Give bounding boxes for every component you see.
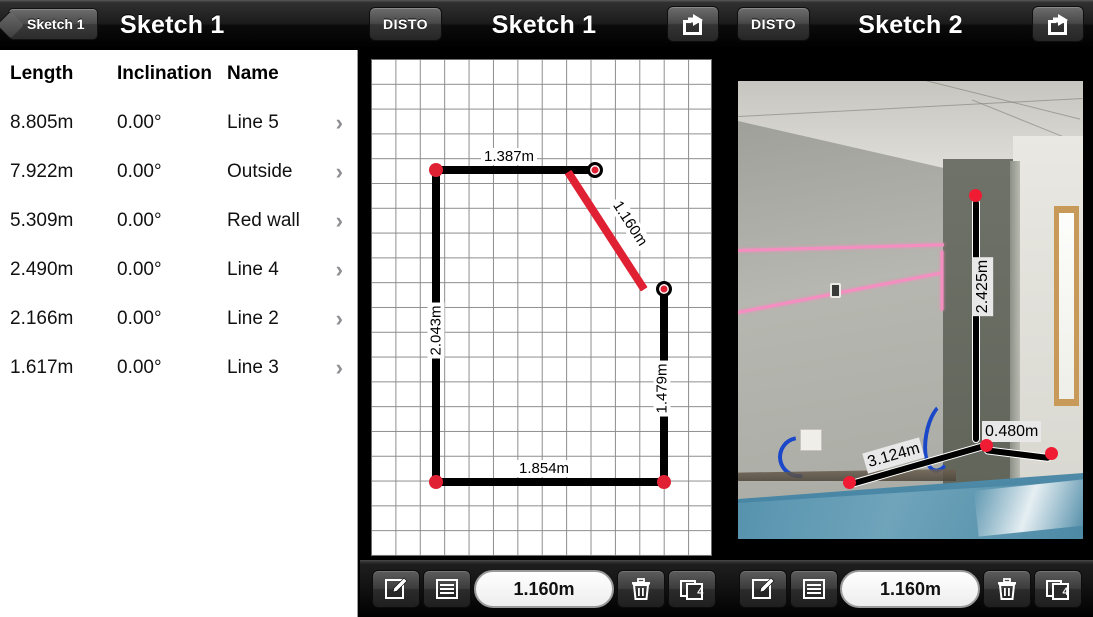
photo-segment-vertical[interactable] (972, 199, 980, 443)
trash-icon (998, 578, 1017, 600)
layers-button[interactable]: 4 (1033, 570, 1082, 608)
bottom-toolbar-panel3: 1.160m 4 (728, 560, 1093, 617)
delete-button[interactable] (983, 570, 1032, 608)
list-button[interactable] (789, 570, 838, 608)
photo-canvas[interactable]: 2.425m 0.480m 3.124m (728, 51, 1093, 560)
table-row[interactable]: 1.617m 0.00° Line 3 › (0, 343, 357, 392)
chevron-right-icon: › (335, 109, 343, 135)
measurement-value-field[interactable]: 1.160m (840, 570, 981, 608)
navbar-panel2: DISTO Sketch 1 (360, 0, 728, 50)
edit-button[interactable] (739, 570, 788, 608)
header-length: Length (10, 63, 74, 84)
cell-length: 2.490m (10, 258, 74, 280)
dimension-label-right: 1.479m (653, 360, 671, 417)
navbar-panel3: DISTO Sketch 2 (728, 0, 1093, 50)
table-row[interactable]: 2.490m 0.00° Line 4 › (0, 245, 357, 294)
photo-node-corner[interactable] (980, 439, 993, 452)
measurement-label-vertical: 2.425m (972, 256, 994, 317)
phone-panel-sketch-photo: DISTO Sketch 2 2.425m 0.480m 3.124m 1.16… (728, 0, 1093, 617)
measurement-list: Length Inclination Name 8.805m 0.00° Lin… (0, 50, 358, 617)
navbar-panel1: Sketch 1 Sketch 1 (0, 0, 360, 50)
chevron-right-icon: › (335, 158, 343, 184)
table-row[interactable]: 7.922m 0.00° Outside › (0, 147, 357, 196)
dimension-label-bottom: 1.854m (516, 460, 573, 477)
sketch-canvas[interactable]: 1.387m 1.160m 2.043m 1.479m 1.854m (360, 51, 728, 560)
room-photo: 2.425m 0.480m 3.124m (738, 81, 1083, 539)
cell-length: 5.309m (10, 209, 74, 231)
screenshot-root: Sketch 1 Sketch 1 Length Inclination Nam… (0, 0, 1093, 617)
photo-node-right[interactable] (1045, 447, 1058, 460)
cell-inclination: 0.00° (117, 307, 162, 329)
header-name: Name (227, 63, 279, 84)
table-row[interactable]: 2.166m 0.00° Line 2 › (0, 294, 357, 343)
delete-button[interactable] (617, 570, 666, 608)
trash-icon (632, 578, 651, 600)
cell-length: 2.166m (10, 307, 74, 329)
cell-length: 1.617m (10, 356, 74, 378)
chevron-right-icon: › (335, 256, 343, 282)
photo-door-glass (1059, 213, 1074, 399)
sketch-node-top-right-selected[interactable] (587, 162, 603, 178)
share-icon (683, 14, 703, 35)
list-icon (435, 579, 458, 599)
sketch-node-bottom-left[interactable] (429, 475, 443, 489)
table-row[interactable]: 5.309m 0.00° Red wall › (0, 196, 357, 245)
list-icon (802, 579, 825, 599)
table-row[interactable]: 8.805m 0.00° Line 5 › (0, 98, 357, 147)
table-header-row: Length Inclination Name (0, 50, 357, 98)
phone-panel-sketch-list: Sketch 1 Sketch 1 Length Inclination Nam… (0, 0, 360, 617)
share-button[interactable] (667, 6, 719, 42)
photo-wall-edge (1010, 161, 1020, 519)
chevron-right-icon: › (335, 207, 343, 233)
cell-inclination: 0.00° (117, 111, 162, 133)
list-button[interactable] (422, 570, 471, 608)
chevron-right-icon: › (335, 305, 343, 331)
edit-button[interactable] (371, 570, 420, 608)
dimension-label-left: 2.043m (427, 302, 445, 359)
cell-inclination: 0.00° (117, 258, 162, 280)
phone-panel-sketch-plan: DISTO Sketch 1 1.387m 1.160m 2.043m 1.47… (360, 0, 728, 617)
laser-line-right (940, 250, 944, 311)
cell-length: 7.922m (10, 160, 74, 182)
sketch-node-bottom-right[interactable] (657, 475, 671, 489)
measurement-label-short: 0.480m (982, 421, 1042, 442)
edit-pencil-icon (384, 577, 408, 599)
sketch-grid: 1.387m 1.160m 2.043m 1.479m 1.854m (371, 59, 712, 556)
sketch-node-mid-right-selected[interactable] (656, 281, 672, 297)
measurement-value: 1.160m (879, 578, 942, 599)
bottom-toolbar-panel2: 1.160m 4 (360, 560, 728, 617)
layers-count: 4 (697, 586, 704, 598)
header-inclination: Inclination (117, 63, 212, 84)
chevron-right-icon: › (335, 354, 343, 380)
dimension-label-top: 1.387m (481, 148, 538, 165)
cell-inclination: 0.00° (117, 160, 162, 182)
edit-pencil-icon (752, 577, 775, 599)
sketch-segment-bottom[interactable] (434, 478, 668, 486)
photo-wall-hole (830, 283, 841, 298)
cell-inclination: 0.00° (117, 209, 162, 231)
cell-inclination: 0.00° (117, 356, 162, 378)
share-icon (1048, 14, 1068, 35)
cell-length: 8.805m (10, 111, 74, 133)
layers-button[interactable]: 4 (668, 570, 717, 608)
photo-node-top[interactable] (969, 189, 982, 202)
back-button-label: Sketch 1 (27, 16, 85, 32)
sketch-node-top-left[interactable] (429, 163, 443, 177)
photo-node-left[interactable] (843, 476, 856, 489)
measurement-value: 1.160m (513, 578, 575, 599)
layers-count: 4 (1062, 586, 1069, 598)
share-button[interactable] (1032, 6, 1084, 42)
measurement-value-field[interactable]: 1.160m (473, 570, 614, 608)
